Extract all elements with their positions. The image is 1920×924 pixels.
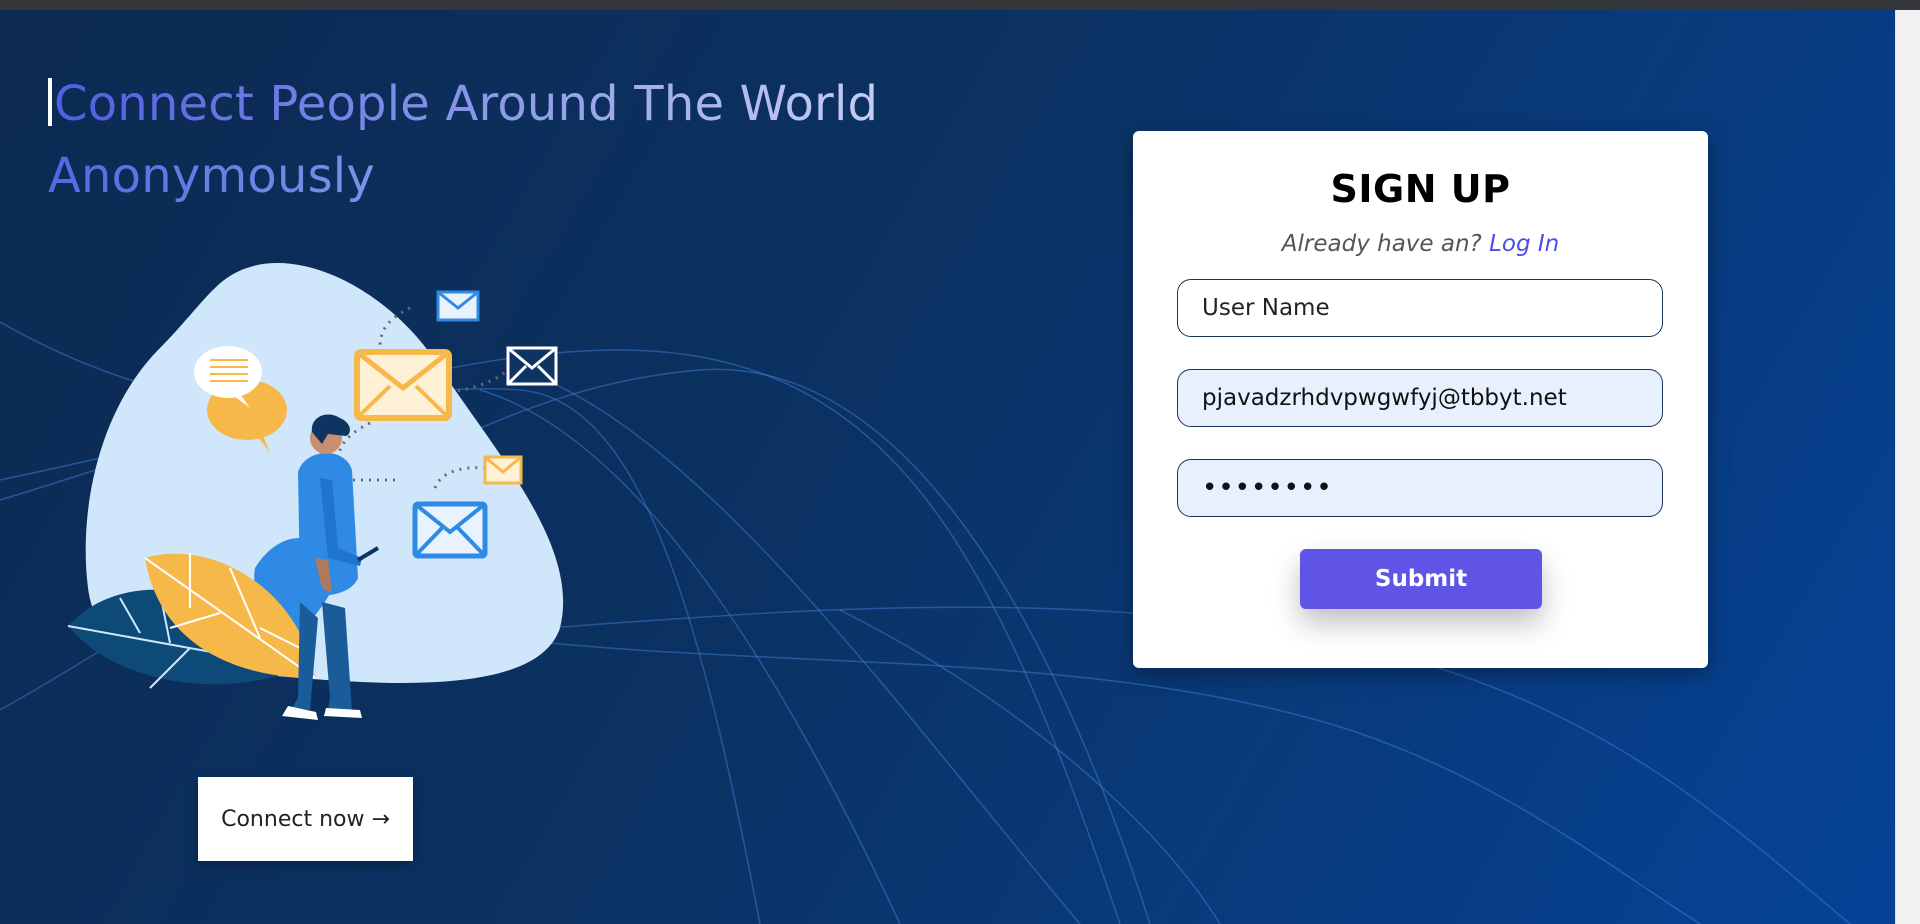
envelope-blue-icon (412, 501, 488, 559)
headline-line-2: Anonymously (48, 148, 375, 204)
browser-top-bar (0, 0, 1920, 10)
landing-page: Connect People Around The World Anonymou… (0, 10, 1896, 924)
envelope-small-icon (436, 290, 480, 322)
hero-headline: Connect People Around The World Anonymou… (48, 68, 908, 212)
signup-card: SIGN UP Already have an? Log In Submit (1133, 131, 1708, 668)
envelope-small-orange-icon (483, 455, 523, 485)
login-link[interactable]: Log In (1489, 231, 1559, 257)
submit-button[interactable]: Submit (1300, 549, 1542, 609)
signup-title: SIGN UP (1330, 167, 1511, 211)
typing-cursor (48, 78, 52, 126)
login-prompt-text: Already have an? (1281, 231, 1482, 257)
connect-now-button[interactable]: Connect now → (198, 777, 413, 861)
dotted-path (449, 366, 512, 394)
headline-line-1: Connect People Around The World (54, 76, 879, 132)
login-prompt: Already have an? Log In (1133, 231, 1708, 257)
password-input[interactable] (1177, 459, 1663, 517)
page-scrollbar[interactable] (1895, 10, 1920, 924)
username-input[interactable] (1177, 279, 1663, 337)
messaging-illustration (67, 263, 564, 720)
envelope-white-icon (506, 346, 558, 386)
email-input[interactable] (1177, 369, 1663, 427)
envelope-orange-icon (354, 349, 452, 421)
